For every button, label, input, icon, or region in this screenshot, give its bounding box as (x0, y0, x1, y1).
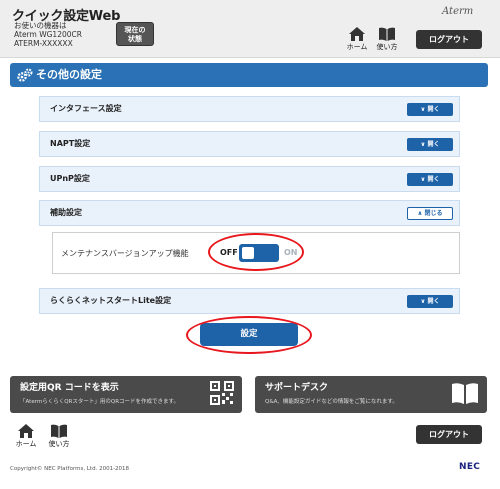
book-icon (452, 383, 478, 404)
accordion-label: UPnP設定 (50, 174, 90, 183)
expand-button[interactable]: ∨ 開く (407, 173, 453, 186)
maintenance-label: メンテナンスバージョンアップ機能 (61, 249, 189, 258)
footer-home-nav[interactable]: ホーム (13, 424, 39, 449)
device-model: Aterm WG1200CR (14, 30, 82, 39)
accordion-label: らくらくネットスタートLite設定 (50, 296, 172, 305)
accordion-auxiliary[interactable]: 補助設定 ∧ 閉じる (39, 200, 460, 226)
accordion-interface[interactable]: インタフェース設定 ∨ 開く (39, 96, 460, 122)
book-icon (379, 27, 395, 41)
header: クイック設定Web お使いの機器は Aterm WG1200CR ATERM-X… (0, 0, 500, 58)
qr-panel-title: 設定用QR コードを表示 (20, 383, 119, 393)
help-label: 使い方 (376, 43, 398, 51)
status-label-line1: 現在の (124, 26, 146, 34)
status-button[interactable]: 現在の 状態 (116, 22, 154, 46)
expand-button[interactable]: ∨ 開く (407, 138, 453, 151)
device-caption: お使いの機器は (14, 21, 67, 30)
brand-logo: Aterm (442, 6, 474, 17)
device-name: ATERM-XXXXXX (14, 39, 73, 48)
accordion-rakuraku[interactable]: らくらくネットスタートLite設定 ∨ 開く (39, 288, 460, 314)
accordion-label: インタフェース設定 (50, 104, 122, 113)
accordion-label: NAPT設定 (50, 139, 91, 148)
qr-code-icon (210, 381, 234, 405)
expand-button-label: 開く (427, 106, 440, 113)
home-icon (349, 27, 365, 41)
accordion-upnp[interactable]: UPnP設定 ∨ 開く (39, 166, 460, 192)
qr-code-panel[interactable]: 設定用QR コードを表示 「AtermらくらくQRスタート」用のQRコードを作成… (10, 376, 242, 413)
logout-button[interactable]: ログアウト (416, 30, 482, 49)
home-nav[interactable]: ホーム (344, 27, 370, 52)
help-nav[interactable]: 使い方 (374, 27, 400, 52)
accordion-napt[interactable]: NAPT設定 ∨ 開く (39, 131, 460, 157)
qr-panel-desc: 「AtermらくらくQRスタート」用のQRコードを作成できます。 (20, 399, 179, 405)
expand-button[interactable]: ∨ 開く (407, 295, 453, 308)
highlight-ring-submit (186, 316, 312, 354)
expand-button-label: 開く (427, 141, 440, 148)
footer-logout-button[interactable]: ログアウト (416, 425, 482, 444)
gear-icon (17, 68, 33, 82)
home-label: ホーム (346, 43, 368, 51)
expand-button-label: 開く (427, 298, 440, 305)
footer-help-label: 使い方 (48, 440, 70, 448)
nec-logo: NEC (459, 462, 481, 472)
support-panel-desc: Q&A、機能設定ガイドなどの情報をご覧になれます。 (265, 399, 398, 405)
footer-home-label: ホーム (15, 440, 37, 448)
accordion-label: 補助設定 (50, 208, 82, 217)
copyright-text: Copyright© NEC Platforms, Ltd. 2001-2018 (10, 466, 130, 472)
section-title: その他の設定 (10, 63, 488, 87)
expand-button[interactable]: ∨ 開く (407, 103, 453, 116)
support-panel-title: サポートデスク (265, 383, 329, 393)
status-label-line2: 状態 (128, 35, 142, 43)
collapse-button-label: 閉じる (424, 210, 443, 217)
expand-button-label: 開く (427, 176, 440, 183)
home-icon (18, 424, 34, 438)
support-desk-panel[interactable]: サポートデスク Q&A、機能設定ガイドなどの情報をご覧になれます。 (255, 376, 487, 413)
collapse-button[interactable]: ∧ 閉じる (407, 207, 453, 220)
footer-help-nav[interactable]: 使い方 (46, 424, 72, 449)
section-title-text: その他の設定 (36, 68, 102, 81)
device-info: お使いの機器は Aterm WG1200CR ATERM-XXXXXX (14, 21, 82, 48)
book-icon (51, 424, 67, 438)
highlight-ring-toggle (208, 233, 304, 271)
